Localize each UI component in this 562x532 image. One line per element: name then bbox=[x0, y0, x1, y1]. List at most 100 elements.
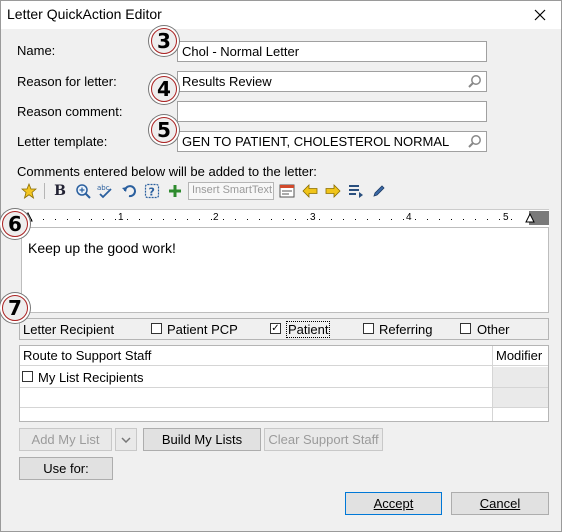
ruler-tick bbox=[79, 219, 80, 220]
referring-checkbox[interactable] bbox=[363, 323, 374, 334]
ruler-tick bbox=[355, 219, 356, 220]
callout-badge-4: 4 bbox=[149, 74, 179, 104]
ruler-tick bbox=[451, 219, 452, 220]
template-field[interactable]: GEN TO PATIENT, CHOLESTEROL NORMAL bbox=[177, 131, 487, 152]
accept-button[interactable]: Accept bbox=[345, 492, 442, 515]
referring-label[interactable]: Referring bbox=[379, 322, 432, 337]
window-title: Letter QuickAction Editor bbox=[7, 6, 162, 22]
patient-checkbox[interactable]: ✓ bbox=[270, 323, 281, 334]
other-checkbox[interactable] bbox=[460, 323, 471, 334]
title-bar: Letter QuickAction Editor bbox=[1, 1, 561, 29]
grid-column-divider bbox=[492, 346, 493, 421]
smarttext-list-icon[interactable] bbox=[277, 181, 297, 201]
modifier-cell[interactable] bbox=[493, 367, 548, 387]
patient-pcp-checkbox[interactable] bbox=[151, 323, 162, 334]
callout-badge-5: 5 bbox=[149, 115, 179, 145]
my-list-recipients-label: My List Recipients bbox=[38, 370, 144, 385]
callout-badge-6: 6 bbox=[0, 209, 30, 239]
ruler-tick bbox=[211, 219, 212, 220]
ruler-tick bbox=[247, 219, 248, 220]
spellcheck-icon[interactable]: abc bbox=[96, 181, 116, 201]
ruler-tick bbox=[343, 219, 344, 220]
ruler-tick bbox=[67, 219, 68, 220]
name-value: Chol - Normal Letter bbox=[182, 44, 300, 59]
undo-icon[interactable] bbox=[119, 181, 139, 201]
reason-comment-field[interactable] bbox=[177, 101, 487, 122]
zoom-icon[interactable] bbox=[73, 181, 93, 201]
my-list-recipients-checkbox[interactable] bbox=[22, 371, 33, 382]
callout-badge-7: 7 bbox=[0, 293, 30, 323]
comments-text: Keep up the good work! bbox=[28, 240, 176, 256]
ruler-tick bbox=[103, 219, 104, 220]
modifier-header: Modifier bbox=[496, 348, 543, 363]
accept-label: Accept bbox=[373, 496, 414, 511]
patient-label[interactable]: Patient bbox=[286, 321, 331, 338]
other-label[interactable]: Other bbox=[477, 322, 510, 337]
pencil-icon[interactable] bbox=[369, 181, 389, 201]
arrow-left-icon[interactable] bbox=[300, 181, 320, 201]
ruler-tick bbox=[487, 219, 488, 220]
toolbar-divider bbox=[44, 183, 45, 199]
ruler-tick bbox=[307, 219, 308, 220]
close-icon[interactable] bbox=[525, 3, 555, 27]
table-row[interactable]: My List Recipients bbox=[20, 367, 492, 387]
bold-icon[interactable]: B bbox=[50, 181, 70, 201]
chevron-down-icon bbox=[121, 436, 131, 443]
smarttext-input[interactable]: Insert SmartText bbox=[188, 182, 274, 200]
add-my-list-button[interactable]: Add My List bbox=[19, 428, 112, 451]
ruler-tick bbox=[175, 219, 176, 220]
clear-support-staff-button[interactable]: Clear Support Staff bbox=[264, 428, 383, 451]
ruler-tick bbox=[403, 219, 404, 220]
reason-value: Results Review bbox=[182, 74, 272, 89]
editor-ruler: 1 2 3 4 5 bbox=[21, 209, 549, 227]
ruler-tick bbox=[151, 219, 152, 220]
ruler-tick bbox=[379, 219, 380, 220]
ruler-tick bbox=[319, 219, 320, 220]
star-icon[interactable] bbox=[19, 181, 39, 201]
list-icon[interactable] bbox=[346, 181, 366, 201]
help-icon[interactable]: ? bbox=[142, 181, 162, 201]
ruler-tick bbox=[55, 219, 56, 220]
add-icon[interactable] bbox=[165, 181, 185, 201]
ruler-tick bbox=[463, 219, 464, 220]
svg-text:abc: abc bbox=[97, 184, 110, 192]
ruler-tick bbox=[499, 219, 500, 220]
template-value: GEN TO PATIENT, CHOLESTEROL NORMAL bbox=[182, 134, 450, 149]
ruler-number: 2 bbox=[213, 212, 219, 223]
ruler-number: 1 bbox=[118, 212, 124, 223]
ruler-tick bbox=[259, 219, 260, 220]
search-icon[interactable] bbox=[467, 74, 482, 89]
ruler-tick bbox=[235, 219, 236, 220]
arrow-right-icon[interactable] bbox=[323, 181, 343, 201]
build-my-lists-button[interactable]: Build My Lists bbox=[143, 428, 261, 451]
ruler-tick bbox=[367, 219, 368, 220]
ruler-tick bbox=[295, 219, 296, 220]
search-icon[interactable] bbox=[467, 134, 482, 149]
reason-field[interactable]: Results Review bbox=[177, 71, 487, 92]
ruler-tick bbox=[427, 219, 428, 220]
route-to-support-staff-header: Route to Support Staff bbox=[23, 348, 152, 363]
ruler-tick bbox=[475, 219, 476, 220]
patient-pcp-label[interactable]: Patient PCP bbox=[167, 322, 238, 337]
svg-text:?: ? bbox=[149, 186, 155, 199]
template-label: Letter template: bbox=[17, 134, 108, 149]
ruler-tick bbox=[439, 219, 440, 220]
reason-label: Reason for letter: bbox=[17, 74, 117, 89]
ruler-tick bbox=[283, 219, 284, 220]
name-field[interactable]: Chol - Normal Letter bbox=[177, 41, 487, 62]
cancel-button[interactable]: Cancel bbox=[451, 492, 549, 515]
comments-editor[interactable]: Keep up the good work! bbox=[21, 227, 549, 313]
add-my-list-dropdown[interactable] bbox=[115, 428, 137, 451]
letter-quickaction-editor-window: Letter QuickAction Editor Name: Chol - N… bbox=[0, 0, 562, 532]
name-label: Name: bbox=[17, 43, 56, 58]
cancel-label: Cancel bbox=[479, 496, 521, 511]
ruler-number: 4 bbox=[406, 212, 412, 223]
right-indent-marker-icon[interactable] bbox=[525, 213, 535, 223]
modifier-cell[interactable] bbox=[493, 388, 548, 407]
use-for-button[interactable]: Use for: bbox=[19, 457, 113, 480]
ruler-tick bbox=[511, 219, 512, 220]
ruler-tick bbox=[415, 219, 416, 220]
editor-toolbar: B abc ? Insert SmartText bbox=[19, 180, 549, 202]
ruler-tick bbox=[271, 219, 272, 220]
comments-caption: Comments entered below will be added to … bbox=[17, 164, 317, 179]
